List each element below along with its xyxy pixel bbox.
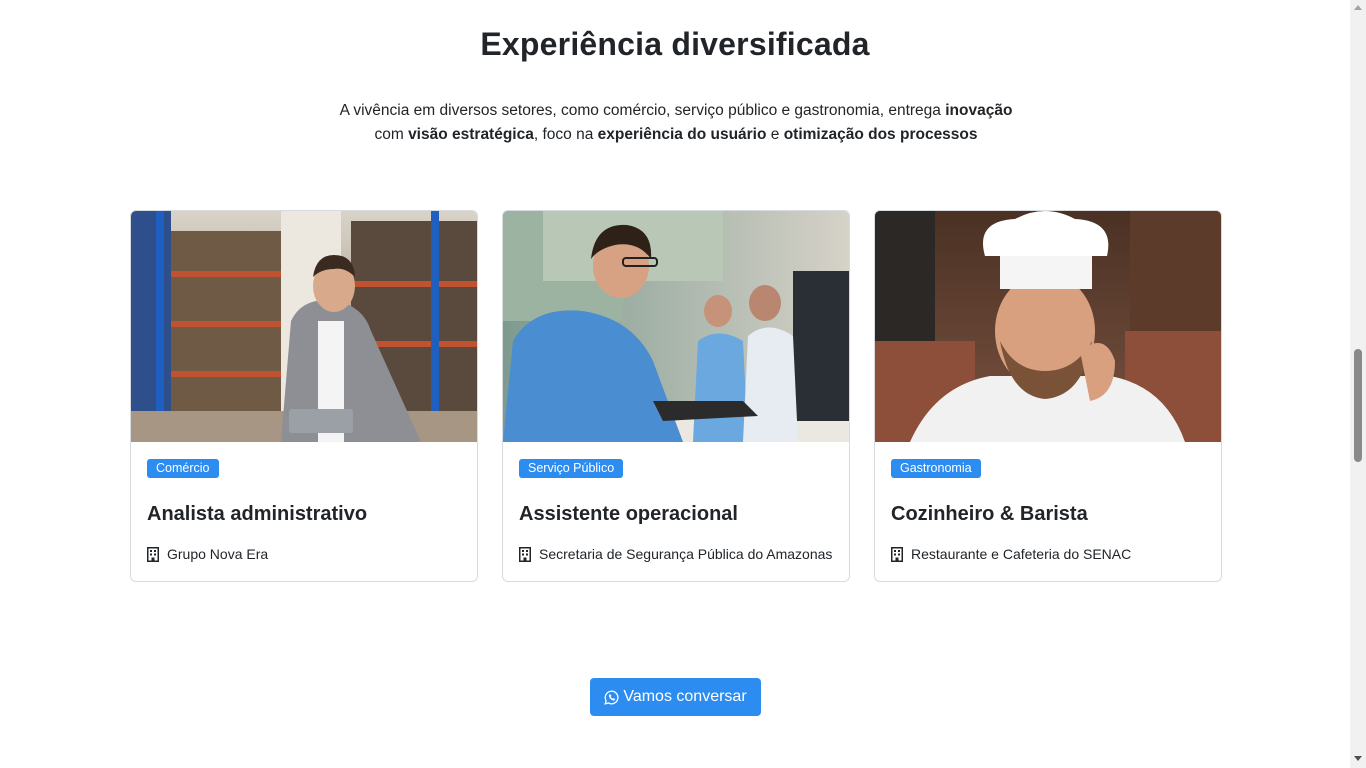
card-badge: Comércio bbox=[147, 459, 219, 478]
card-title: Assistente operacional bbox=[519, 503, 738, 525]
scroll-thumb[interactable] bbox=[1354, 349, 1362, 462]
building-icon bbox=[147, 546, 159, 562]
card-badge: Serviço Público bbox=[519, 459, 624, 478]
whatsapp-icon bbox=[604, 690, 619, 705]
experience-card-servico-publico: Serviço Público Assistente operacional S… bbox=[502, 210, 850, 582]
card-title: Cozinheiro & Barista bbox=[891, 503, 1088, 525]
experience-cards: Comércio Analista administrativo Grupo N… bbox=[130, 210, 1222, 582]
lead-bold-4: otimização dos processos bbox=[783, 126, 978, 143]
card-organization: Restaurante e Cafeteria do SENAC bbox=[891, 546, 1131, 562]
card-org-label: Grupo Nova Era bbox=[167, 546, 269, 562]
section-lead: A vivência em diversos setores, como com… bbox=[318, 99, 1034, 147]
lead-text-4: e bbox=[766, 126, 784, 143]
card-org-label: Restaurante e Cafeteria do SENAC bbox=[911, 546, 1132, 562]
warehouse-manager-photo bbox=[131, 211, 477, 442]
lead-bold-2: visão estratégica bbox=[408, 126, 534, 143]
page: Experiência diversificada A vivência em … bbox=[0, 0, 1350, 768]
lead-bold-3: experiência do usuário bbox=[597, 126, 767, 143]
card-title: Analista administrativo bbox=[147, 503, 368, 525]
scroll-down-icon[interactable] bbox=[1354, 756, 1362, 761]
card-badge: Gastronomia bbox=[891, 459, 981, 478]
page-scrollbar[interactable] bbox=[1350, 0, 1366, 768]
scroll-up-icon[interactable] bbox=[1354, 5, 1362, 10]
lead-bold-1: inovação bbox=[945, 102, 1013, 119]
section-title: Experiência diversificada bbox=[480, 26, 870, 62]
cta-label: Vamos conversar bbox=[623, 688, 747, 705]
card-organization: Grupo Nova Era bbox=[147, 546, 268, 562]
building-icon bbox=[891, 546, 903, 562]
lead-text-2: com bbox=[374, 126, 409, 143]
card-org-label: Secretaria de Segurança Pública do Amazo… bbox=[539, 546, 833, 562]
lead-text-3: , foco na bbox=[533, 126, 598, 143]
vamos-conversar-button[interactable]: Vamos conversar bbox=[590, 678, 761, 716]
card-organization: Secretaria de Segurança Pública do Amazo… bbox=[519, 546, 832, 562]
lead-text-1: A vivência em diversos setores, como com… bbox=[339, 102, 946, 119]
experience-card-comercio: Comércio Analista administrativo Grupo N… bbox=[130, 210, 478, 582]
office-workers-photo bbox=[503, 211, 849, 442]
building-icon bbox=[519, 546, 531, 562]
chef-photo bbox=[875, 211, 1221, 442]
experience-card-gastronomia: Gastronomia Cozinheiro & Barista Restaur… bbox=[874, 210, 1222, 582]
